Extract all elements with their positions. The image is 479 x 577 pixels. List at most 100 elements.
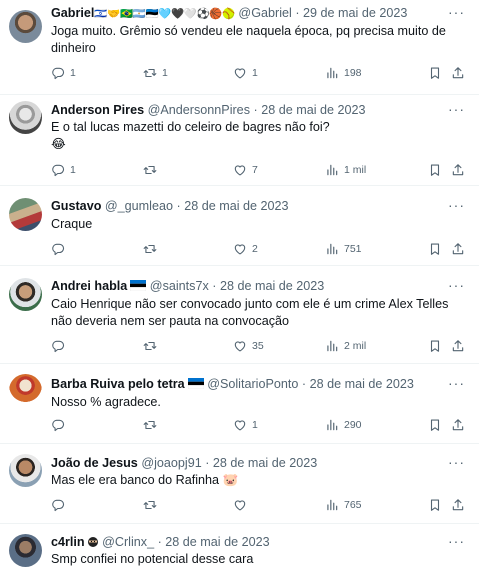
- share-button[interactable]: [451, 64, 465, 82]
- avatar[interactable]: [9, 10, 42, 43]
- reply-item[interactable]: João de Jesus @joaopj91 · 28 de mai de 2…: [0, 444, 479, 524]
- more-options-button[interactable]: ···: [448, 454, 465, 470]
- author-name[interactable]: c4rlin: [51, 535, 85, 549]
- views-button[interactable]: 751: [325, 240, 362, 258]
- author-name[interactable]: Andrei habla: [51, 279, 127, 293]
- avatar[interactable]: [9, 374, 42, 407]
- more-options-button[interactable]: ···: [448, 533, 465, 549]
- action-bar: 1 7 1 mil: [51, 161, 465, 179]
- author-name[interactable]: Barba Ruiva pelo tetra: [51, 377, 185, 391]
- bookmark-button[interactable]: [428, 496, 442, 514]
- like-button[interactable]: [233, 496, 247, 514]
- reply-button[interactable]: [51, 240, 65, 258]
- reply-icon: [51, 418, 65, 432]
- retweet-button[interactable]: 1: [143, 64, 168, 82]
- avatar[interactable]: [9, 101, 42, 134]
- author-name[interactable]: João de Jesus: [51, 456, 138, 470]
- author-handle[interactable]: @joaopj91: [141, 456, 201, 470]
- timestamp[interactable]: 28 de mai de 2023: [220, 279, 324, 293]
- timestamp[interactable]: 28 de mai de 2023: [184, 199, 288, 213]
- share-button[interactable]: [451, 416, 465, 434]
- reply-item[interactable]: Gabriel🇮🇱🤝🇧🇷🇦🇷🇪🇪🩵🖤🤍⚽🏀🥎 @Gabriel · 29 de …: [0, 0, 479, 95]
- view-count: 751: [344, 243, 362, 255]
- reply-item[interactable]: Gustavo @_gumleao · 28 de mai de 2023 ··…: [0, 186, 479, 266]
- reply-button[interactable]: [51, 416, 65, 434]
- bookmark-button[interactable]: [428, 64, 442, 82]
- share-button[interactable]: [451, 337, 465, 355]
- reply-icon: [51, 242, 65, 256]
- timestamp[interactable]: 29 de mai de 2023: [303, 6, 407, 20]
- author-handle[interactable]: @Gabriel: [238, 6, 291, 20]
- retweet-button[interactable]: [143, 416, 157, 434]
- views-button[interactable]: 2 mil: [325, 337, 366, 355]
- like-button[interactable]: 2: [233, 240, 258, 258]
- reply-button[interactable]: [51, 496, 65, 514]
- timestamp[interactable]: 28 de mai de 2023: [261, 103, 365, 117]
- bookmark-button[interactable]: [428, 337, 442, 355]
- reply-item[interactable]: Andrei habla @saints7x · 28 de mai de 20…: [0, 266, 479, 364]
- separator-dot: ·: [295, 6, 300, 20]
- retweet-button[interactable]: [143, 240, 157, 258]
- action-bar: 2 751: [51, 240, 465, 258]
- retweet-count: 1: [162, 67, 168, 79]
- reply-item[interactable]: c4rlin @Crlinx_ · 28 de mai de 2023 ··· …: [0, 524, 479, 577]
- reply-item[interactable]: Anderson Pires @AndersonnPires · 28 de m…: [0, 95, 479, 186]
- reply-text: Joga muito. Grêmio só vendeu ele naquela…: [51, 24, 446, 55]
- reply-icon: [51, 163, 65, 177]
- reply-button[interactable]: 1: [51, 64, 76, 82]
- views-button[interactable]: 765: [325, 496, 362, 514]
- retweet-button[interactable]: [143, 337, 157, 355]
- share-icon: [451, 418, 465, 432]
- retweet-button[interactable]: [143, 496, 157, 514]
- views-button[interactable]: 1 mil: [325, 161, 366, 179]
- separator-dot: ·: [157, 535, 162, 549]
- author-handle[interactable]: @SolitarioPonto: [207, 377, 298, 391]
- author-handle[interactable]: @Crlinx_: [102, 535, 154, 549]
- more-options-button[interactable]: ···: [448, 197, 465, 213]
- reply-icon: [51, 339, 65, 353]
- bookmark-button[interactable]: [428, 240, 442, 258]
- timestamp[interactable]: 28 de mai de 2023: [213, 456, 317, 470]
- reply-button[interactable]: [51, 337, 65, 355]
- avatar[interactable]: [9, 278, 42, 311]
- author-name[interactable]: Gustavo: [51, 199, 101, 213]
- author-name[interactable]: Anderson Pires: [51, 103, 144, 117]
- bookmark-button[interactable]: [428, 416, 442, 434]
- reply-item[interactable]: Barba Ruiva pelo tetra @SolitarioPonto ·…: [0, 364, 479, 444]
- like-button[interactable]: 1: [233, 416, 258, 434]
- more-options-button[interactable]: ···: [448, 375, 465, 391]
- view-count: 2 mil: [344, 340, 367, 352]
- avatar[interactable]: [9, 454, 42, 487]
- bookmark-icon: [428, 498, 442, 512]
- avatar[interactable]: [9, 198, 42, 231]
- views-button[interactable]: 198: [325, 64, 362, 82]
- more-options-button[interactable]: ···: [448, 277, 465, 293]
- retweet-icon: [143, 163, 157, 177]
- more-options-button[interactable]: ···: [448, 101, 465, 117]
- ninja-emoji-icon: [87, 537, 98, 547]
- share-button[interactable]: [451, 496, 465, 514]
- reply-button[interactable]: 1: [51, 161, 76, 179]
- share-button[interactable]: [451, 240, 465, 258]
- share-button[interactable]: [451, 161, 465, 179]
- more-options-button[interactable]: ···: [448, 4, 465, 20]
- bookmark-button[interactable]: [428, 161, 442, 179]
- share-icon: [451, 339, 465, 353]
- author-handle[interactable]: @_gumleao: [105, 199, 173, 213]
- author-handle[interactable]: @AndersonnPires: [148, 103, 250, 117]
- retweet-button[interactable]: [143, 161, 162, 179]
- like-button[interactable]: 35: [233, 337, 264, 355]
- reply-text: E o tal lucas mazetti do celeiro de bagr…: [51, 120, 330, 151]
- like-button[interactable]: 7: [233, 161, 258, 179]
- reply-count: 1: [70, 67, 76, 79]
- timestamp[interactable]: 28 de mai de 2023: [310, 377, 414, 391]
- author-handle[interactable]: @saints7x: [150, 279, 209, 293]
- author-name[interactable]: Gabriel: [51, 6, 94, 20]
- like-button[interactable]: 1: [233, 64, 258, 82]
- estonia-flag-icon: [187, 378, 204, 389]
- avatar[interactable]: [9, 534, 42, 567]
- timestamp[interactable]: 28 de mai de 2023: [165, 535, 269, 549]
- views-button[interactable]: 290: [325, 416, 362, 434]
- bookmark-icon: [428, 242, 442, 256]
- view-count: 765: [344, 499, 362, 511]
